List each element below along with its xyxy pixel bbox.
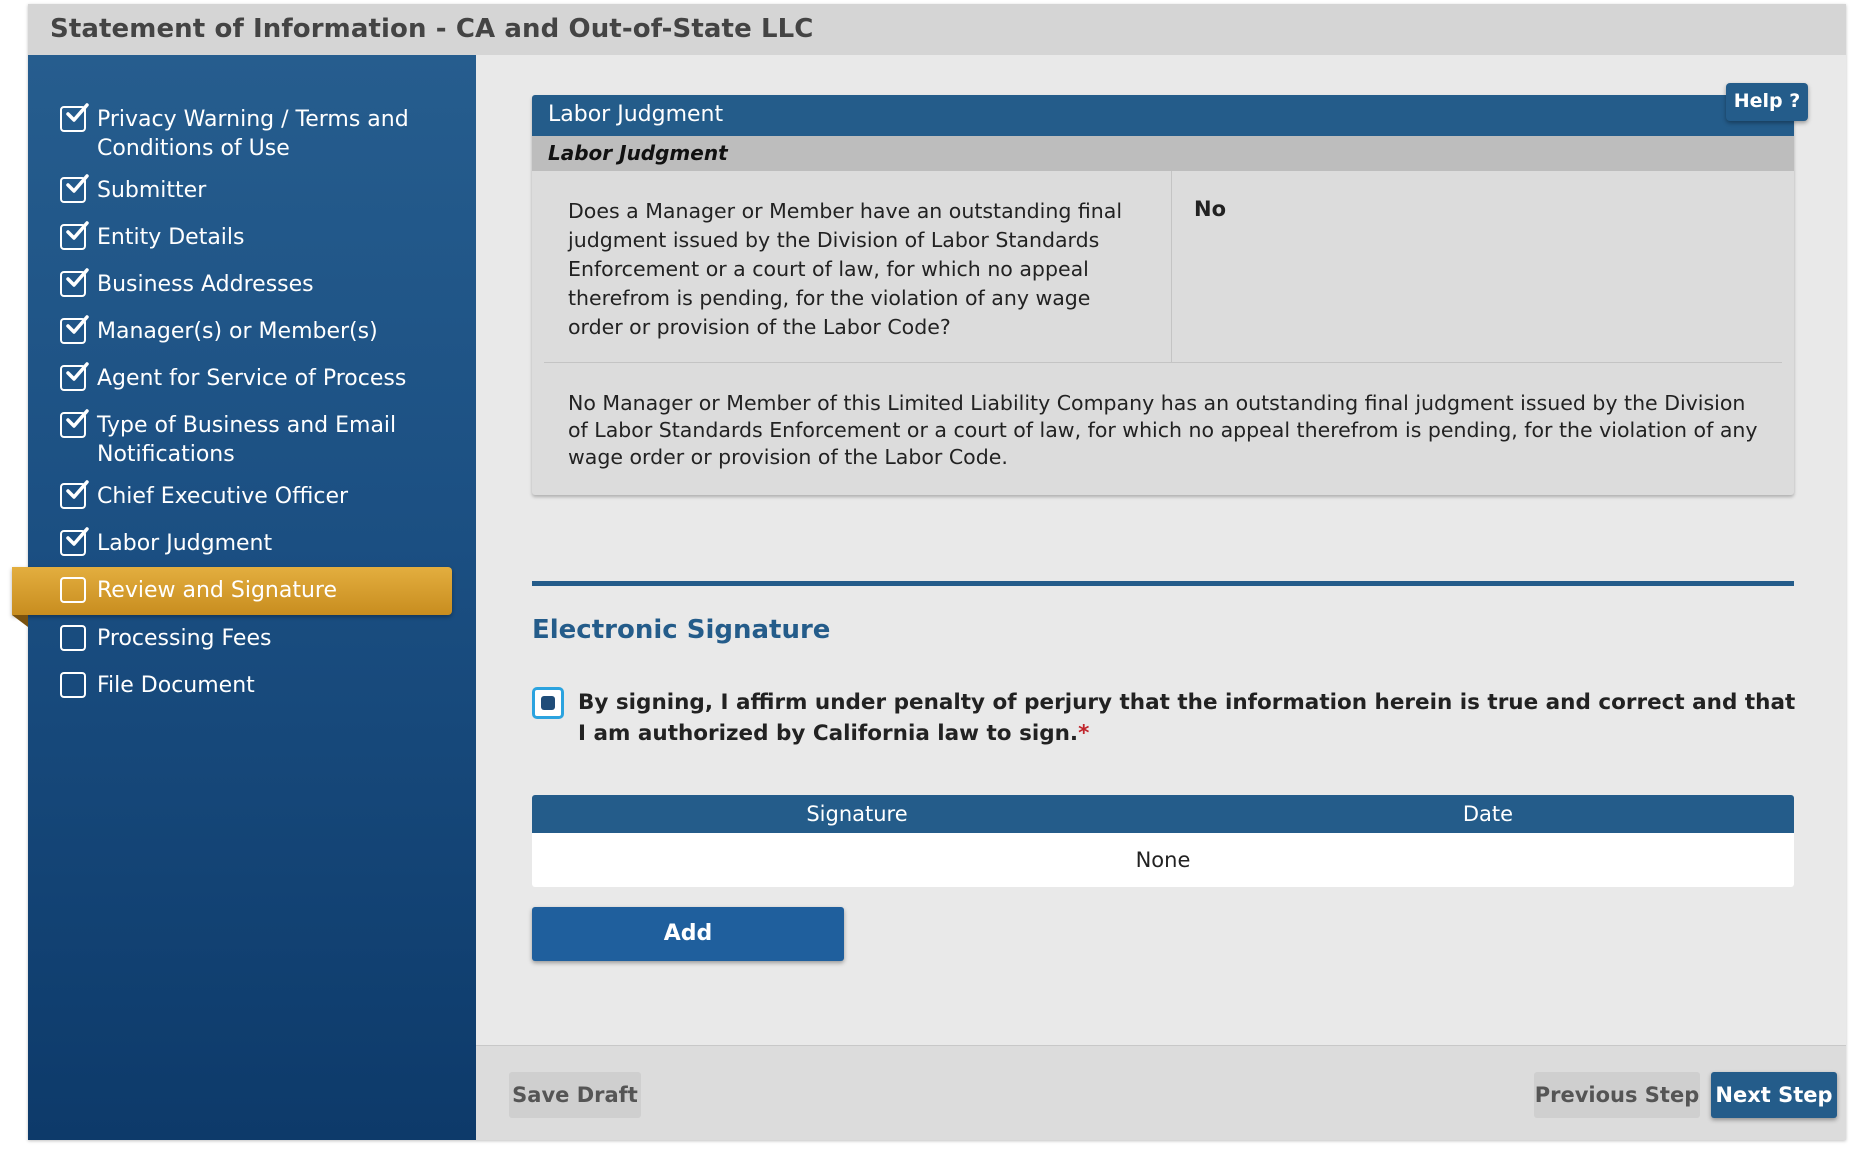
table-empty-row: None (532, 833, 1794, 887)
required-asterisk: * (1078, 721, 1090, 746)
sidebar-item-agent-for-service[interactable]: Agent for Service of Process (60, 362, 450, 393)
sidebar-item-labor-judgment[interactable]: Labor Judgment (60, 527, 450, 558)
sidebar-item-file-document[interactable]: File Document (60, 671, 450, 700)
checked-checkbox-icon (60, 315, 89, 344)
sidebar-item-label: Processing Fees (97, 626, 272, 651)
checked-checkbox-icon (60, 103, 89, 132)
checked-checkbox-icon (60, 221, 89, 250)
checked-checkbox-icon (60, 527, 89, 556)
sidebar-item-label: Agent for Service of Process (97, 366, 407, 391)
next-step-button[interactable]: Next Step (1711, 1072, 1837, 1118)
sidebar-item-type-of-business[interactable]: Type of Business and Email Notifications (60, 409, 450, 469)
question-row: Does a Manager or Member have an outstan… (544, 171, 1782, 363)
footer-bar: Save Draft Previous Step Next Step (476, 1045, 1846, 1140)
unchecked-checkbox-icon (60, 577, 86, 603)
sidebar-item-label: Labor Judgment (97, 531, 273, 556)
section-divider (532, 581, 1794, 586)
previous-step-button[interactable]: Previous Step (1534, 1072, 1700, 1118)
main-content: Labor Judgment Labor Judgment Help ? Doe… (476, 55, 1846, 1045)
column-header-signature: Signature (806, 802, 908, 826)
checked-checkbox-icon (60, 174, 89, 203)
sidebar-item-managers-members[interactable]: Manager(s) or Member(s) (60, 315, 450, 346)
table-header-row: Signature Date (532, 795, 1794, 833)
add-signature-button[interactable]: Add (532, 907, 844, 961)
affirm-checkbox[interactable] (532, 687, 564, 719)
column-header-date: Date (1462, 802, 1514, 826)
sidebar-item-label: Type of Business and Email Notifications (97, 413, 397, 467)
sidebar-nav: Privacy Warning / Terms and Conditions o… (12, 55, 476, 1140)
affirm-label: By signing, I affirm under penalty of pe… (578, 690, 1796, 746)
sidebar-item-submitter[interactable]: Submitter (60, 174, 450, 205)
sidebar-item-business-addresses[interactable]: Business Addresses (60, 268, 450, 299)
app-window: Statement of Information - CA and Out-of… (12, 4, 1846, 1140)
sidebar-item-label: Entity Details (97, 225, 245, 250)
sidebar-item-label: Manager(s) or Member(s) (97, 319, 378, 344)
sidebar-item-label: Privacy Warning / Terms and Conditions o… (97, 107, 409, 161)
checked-checkbox-icon (60, 362, 89, 391)
unchecked-checkbox-icon (60, 672, 86, 698)
labor-question: Does a Manager or Member have an outstan… (568, 199, 1123, 339)
sidebar-item-review-and-signature[interactable]: Review and Signature (12, 567, 452, 627)
labor-judgment-panel: Labor Judgment Labor Judgment Help ? Doe… (532, 83, 1808, 495)
sidebar-item-privacy-warning[interactable]: Privacy Warning / Terms and Conditions o… (60, 103, 450, 163)
sidebar-item-label: Business Addresses (97, 272, 314, 297)
sidebar-item-label: Chief Executive Officer (97, 484, 349, 509)
help-button[interactable]: Help ? (1726, 83, 1808, 121)
sidebar-item-label: Submitter (97, 178, 207, 203)
sidebar-item-processing-fees[interactable]: Processing Fees (60, 624, 450, 653)
sidebar-item-label: Review and Signature (97, 578, 338, 603)
sidebar-item-entity-details[interactable]: Entity Details (60, 221, 450, 252)
unchecked-checkbox-icon (60, 625, 86, 651)
signature-section-title: Electronic Signature (532, 615, 831, 645)
signature-table: Signature Date None (532, 795, 1794, 887)
labor-answer: No (1194, 197, 1227, 221)
checked-checkbox-icon (60, 480, 89, 509)
checked-checkbox-icon (60, 268, 89, 297)
panel-header: Labor Judgment (532, 95, 1794, 136)
panel-subheader: Labor Judgment (532, 136, 1794, 171)
column-divider (1171, 171, 1172, 363)
checked-checkbox-icon (60, 409, 89, 438)
sidebar-item-label: File Document (97, 673, 255, 698)
affirm-statement: By signing, I affirm under penalty of pe… (578, 687, 1808, 749)
sidebar-item-chief-executive-officer[interactable]: Chief Executive Officer (60, 480, 450, 511)
labor-statement: No Manager or Member of this Limited Lia… (568, 391, 1758, 469)
save-draft-button[interactable]: Save Draft (509, 1072, 641, 1118)
window-title: Statement of Information - CA and Out-of… (28, 4, 1846, 55)
